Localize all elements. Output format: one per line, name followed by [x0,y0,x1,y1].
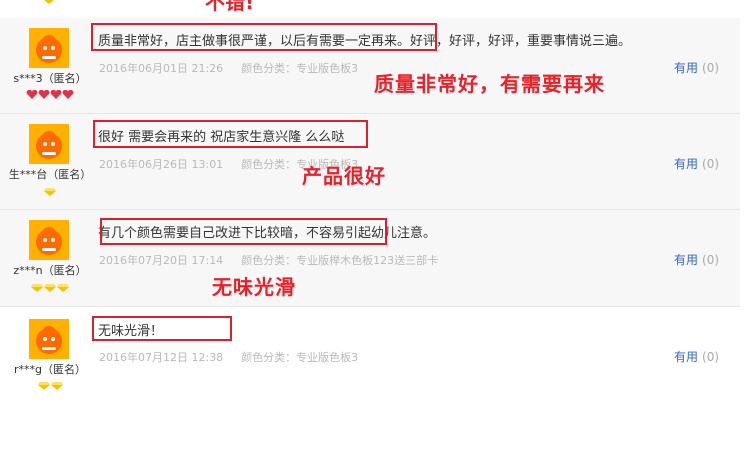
gem-icon [31,284,43,295]
gem-icon [37,382,50,393]
review-item: z***n（匿名） 有几个颜色需要自己改进下比较暗，不容易引起幼儿注意。 201… [0,210,740,307]
annotation-top-fragment: 不错! [205,0,255,14]
heart-icon [26,89,38,102]
annotation-label: 质量非常好，有需要再来 [374,72,605,96]
user-name: s***3（匿名） [13,72,87,85]
review-meta: 2016年07月12日 12:38 颜色分类：专业版色板3 [99,349,358,365]
heart-icon [38,89,50,102]
review-text: 无味光滑！ [98,324,164,339]
gem-icon [44,188,56,199]
review-item: s***3（匿名） 质量非常好，店主做事很严谨，以后有需要一定再来。好评，好评，… [0,18,740,114]
gem-icon [50,382,63,393]
avatar[interactable] [29,124,69,164]
review-text: 有几个颜色需要自己改进下比较暗，不容易引起幼儿注意。 [98,226,437,241]
review-sku: 颜色分类：专业版色板3 [241,351,359,364]
review-item: r***g（匿名） 无味光滑！ 2016年07月12日 12:38 颜色分类：专业… [0,307,740,407]
review-sku: 颜色分类：专业版榉木色板123送三部卡 [241,254,439,267]
helpful-label: 有用 [674,157,699,171]
user-level-gems [0,188,100,199]
review-meta: 2016年07月20日 17:14 颜色分类：专业版榉木色板123送三部卡 [99,252,438,268]
heart-icon [50,89,62,102]
avatar[interactable] [29,28,69,68]
review-text: 很好 需要会再来的 祝店家生意兴隆 么么哒 [98,130,345,145]
gem-icon [44,284,56,295]
helpful-button[interactable]: 有用 (0) [674,348,719,365]
avatar-icon [29,319,69,359]
helpful-count: (0) [702,157,720,171]
helpful-count: (0) [702,61,720,75]
user-level-gems [0,382,100,393]
review-date: 2016年06月26日 13:01 [99,158,224,171]
user-name: r***g（匿名） [13,363,86,376]
avatar-icon [29,124,69,164]
review-date: 2016年06月01日 21:26 [99,62,224,75]
user-name: z***n（匿名） [13,264,87,277]
review-date: 2016年07月20日 17:14 [99,254,224,267]
review-sku: 颜色分类：专业版色板3 [241,62,359,75]
helpful-label: 有用 [674,253,699,267]
review-text: 质量非常好，店主做事很严谨，以后有需要一定再来。好评，好评，好评，重要事情说三遍… [98,34,632,49]
user-level-hearts [0,89,100,102]
avatar-icon [29,220,69,260]
avatar[interactable] [29,220,69,260]
heart-icon [62,89,74,102]
helpful-button[interactable]: 有用 (0) [674,59,719,76]
gem-icon [44,0,54,4]
helpful-button[interactable]: 有用 (0) [674,251,719,268]
helpful-count: (0) [702,350,720,364]
helpful-button[interactable]: 有用 (0) [674,155,719,172]
avatar[interactable] [29,319,69,359]
helpful-label: 有用 [674,350,699,364]
helpful-count: (0) [702,253,720,267]
helpful-label: 有用 [674,61,699,75]
review-meta: 2016年06月01日 21:26 颜色分类：专业版色板3 [99,60,358,76]
user-name: 生***台（匿名） [8,168,92,181]
gem-icon [57,284,69,295]
review-date: 2016年07月12日 12:38 [99,351,224,364]
avatar-icon [29,28,69,68]
user-level-gems [0,284,100,295]
annotation-label: 产品很好 [302,164,386,188]
annotation-label: 无味光滑 [212,275,296,299]
